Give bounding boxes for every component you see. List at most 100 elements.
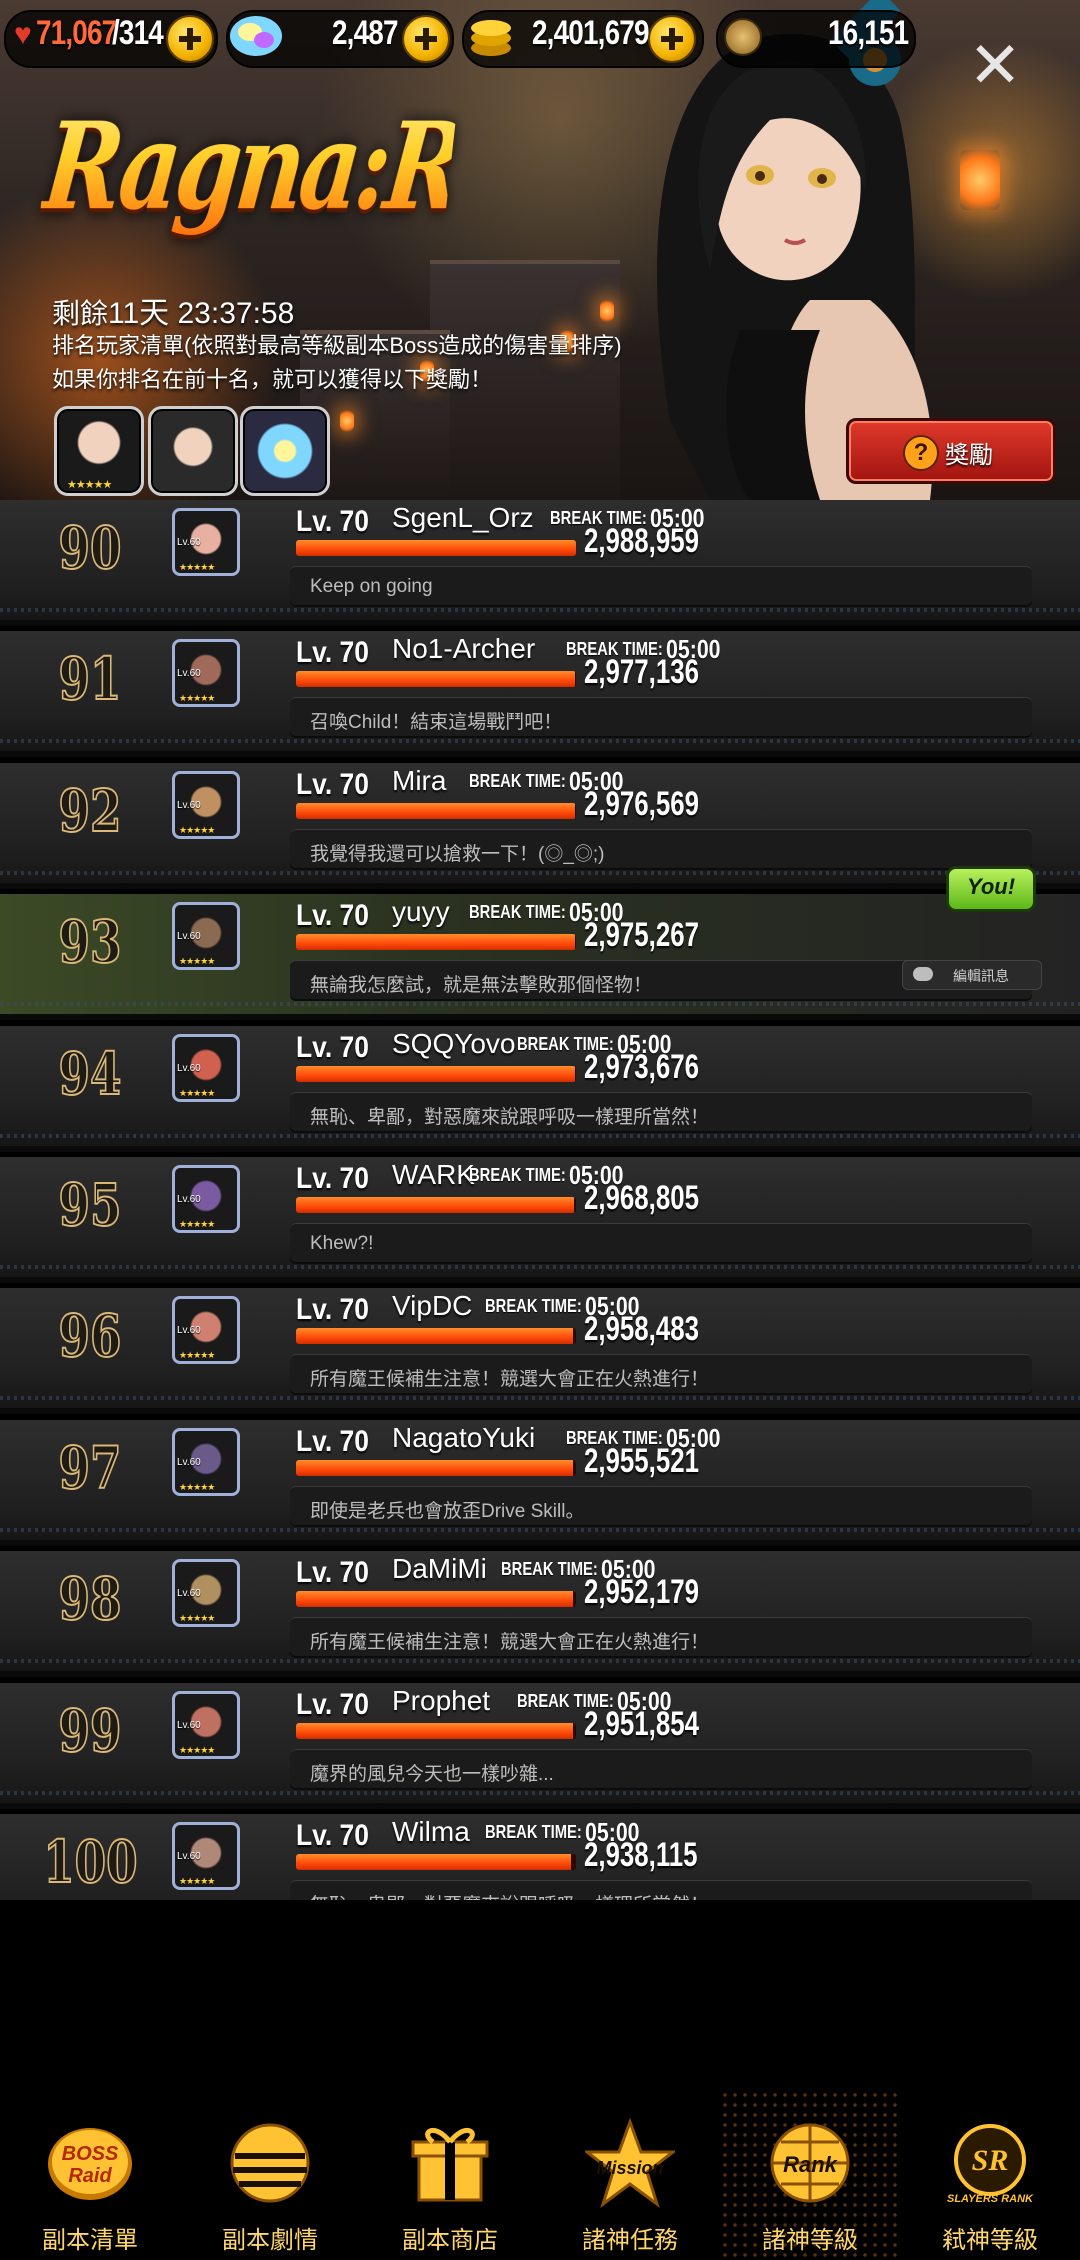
ranking-row[interactable]: 99 Lv.60 ★★★★★ Lv. 70 Prophet BREAK TIME: 05:0… [0, 1682, 1080, 1809]
close-button[interactable]: ✕ [960, 30, 1030, 100]
edit-message-button[interactable]: 編輯訊息 [902, 960, 1042, 990]
avatar-level: Lv.60 [177, 1456, 201, 1468]
ranking-row[interactable]: 92 Lv.60 ★★★★★ Lv. 70 Mira BREAK TIME: 05:00 2,… [0, 762, 1080, 889]
damage-value: 2,955,521 [584, 1441, 699, 1480]
nav-story[interactable]: 副本劇情 [180, 2090, 360, 2260]
comment-text: 所有魔王候補生注意！競選大會正在火熱進行！ [310, 1632, 710, 1654]
player-avatar[interactable]: Lv.60 ★★★★★ [172, 1559, 240, 1628]
nav-boss-raid[interactable]: BOSS Raid 副本清單 [0, 2090, 180, 2260]
comment-box: 所有魔王候補生注意！競選大會正在火熱進行！ [290, 1354, 1032, 1396]
avatar-level: Lv.60 [177, 1325, 201, 1337]
avatar-level: Lv.60 [177, 931, 201, 943]
reward-crystal[interactable] [240, 406, 330, 496]
break-time-label: BREAK TIME: [468, 1165, 566, 1185]
nav-slayers-rank[interactable]: SR SLAYERS RANK 弒神等級 [900, 2090, 1080, 2260]
player-level: Lv. 70 [296, 899, 369, 933]
ranking-row[interactable]: 97 Lv.60 ★★★★★ Lv. 70 NagatoYuki BREAK TIME: 0… [0, 1419, 1080, 1546]
damage-bar [296, 1854, 576, 1870]
player-level: Lv. 70 [296, 1293, 369, 1327]
avatar-level: Lv.60 [177, 537, 201, 548]
player-avatar[interactable]: Lv.60 ★★★★★ [172, 902, 240, 971]
ranking-row[interactable]: 93 Lv.60 ★★★★★ Lv. 70 yuyy BREAK TIME: 05:00 2,… [0, 894, 1080, 1021]
comment-box: 我覺得我還可以搶救一下！(◎_◎;) [290, 828, 1032, 870]
avatar-stars: ★★★★★ [179, 824, 215, 835]
comment-box: 無恥、卑鄙，對惡魔來說跟呼吸一樣理所當然！ [290, 1880, 1032, 1900]
damage-value: 2,951,854 [584, 1704, 699, 1743]
damage-value: 2,973,676 [584, 1047, 699, 1086]
add-gold-button[interactable] [648, 15, 696, 63]
reward-button[interactable]: ? 獎勵 [846, 418, 1056, 484]
ranking-row[interactable]: 90 Lv.60 ★★★★★ Lv. 70 SgenL_Orz BREAK TIME: 05… [0, 500, 1080, 626]
ranking-row[interactable]: 94 Lv.60 ★★★★★ Lv. 70 SQQYovo BREAK TIME: 05:0… [0, 1025, 1080, 1152]
reward-character-1[interactable]: ★★★★★ [54, 406, 144, 496]
damage-bar-fill [296, 1854, 572, 1870]
player-avatar[interactable]: Lv.60 ★★★★★ [172, 1427, 240, 1496]
damage-bar-fill [296, 1328, 574, 1345]
ranking-description: 排名玩家清單(依照對最高等級副本Boss造成的傷害量排序) [52, 333, 622, 358]
damage-value: 2,938,115 [584, 1836, 698, 1874]
nav-label: 諸神任務 [582, 2227, 678, 2254]
player-level: Lv. 70 [296, 636, 369, 670]
ranking-row[interactable]: 96 Lv.60 ★★★★★ Lv. 70 VipDC BREAK TIME: 05:00 2… [0, 1288, 1080, 1415]
avatar-level: Lv.60 [177, 1851, 201, 1862]
rank-number: 92 [58, 776, 123, 846]
nav-shop[interactable]: 副本商店 [360, 2090, 540, 2260]
reward-button-label: 獎勵 [945, 442, 993, 469]
player-avatar[interactable]: Lv.60 ★★★★★ [172, 1822, 240, 1890]
player-avatar[interactable]: Lv.60 ★★★★★ [172, 639, 240, 708]
damage-value: 2,952,179 [584, 1573, 699, 1612]
player-avatar[interactable]: Lv.60 ★★★★★ [172, 1690, 240, 1759]
medal-value: 16,151 [828, 14, 909, 52]
nav-mission[interactable]: Mission 諸神任務 [540, 2090, 720, 2260]
ranking-row[interactable]: 100 Lv.60 ★★★★★ Lv. 70 Wilma BREAK TIME: 05:00… [0, 1814, 1080, 1900]
chat-bubble-icon [913, 967, 933, 981]
avatar-stars: ★★★★★ [179, 1613, 215, 1624]
edit-message-label: 編輯訊息 [953, 968, 1009, 984]
player-avatar[interactable]: Lv.60 ★★★★★ [172, 1033, 240, 1102]
gold-coin-icon [471, 20, 511, 56]
player-avatar[interactable]: Lv.60 ★★★★★ [172, 770, 240, 839]
avatar-level: Lv.60 [177, 1719, 201, 1731]
add-crystal-button[interactable] [402, 15, 450, 63]
player-name: Mira [392, 764, 447, 796]
crystal-icon [230, 16, 282, 56]
damage-bar-fill [296, 1065, 575, 1082]
reward-description: 如果你排名在前十名，就可以獲得以下獎勵！ [52, 367, 493, 392]
you-badge: You! [946, 866, 1036, 912]
player-avatar[interactable]: Lv.60 ★★★★★ [172, 1165, 240, 1233]
avatar-level: Lv.60 [177, 1588, 201, 1600]
player-name: Prophet [392, 1684, 491, 1716]
avatar-stars: ★★★★★ [179, 956, 215, 967]
nav-label: 副本劇情 [222, 2227, 318, 2254]
gold-value: 2,401,679 [532, 14, 649, 52]
damage-bar-fill [296, 1459, 573, 1476]
add-lives-button[interactable] [166, 15, 214, 63]
lives-value: 71,067 [36, 14, 117, 52]
player-avatar[interactable]: Lv.60 ★★★★★ [172, 1296, 240, 1365]
reward-character-2[interactable] [148, 406, 238, 496]
comment-text: 無恥、卑鄙，對惡魔來說跟呼吸一樣理所當然！ [310, 1890, 709, 1900]
damage-bar-fill [296, 934, 575, 951]
damage-bar-fill [296, 1197, 575, 1213]
nav-rank[interactable]: Rank 諸神等級 [720, 2090, 900, 2260]
player-level: Lv. 70 [296, 1687, 369, 1721]
comment-text: 無恥、卑鄙，對惡魔來說跟呼吸一樣理所當然！ [310, 1106, 710, 1128]
ranking-row[interactable]: 91 Lv.60 ★★★★★ Lv. 70 No1-Archer BREAK TIME: 0… [0, 631, 1080, 758]
ranking-row[interactable]: 95 Lv.60 ★★★★★ Lv. 70 WARK BREAK TIME: 05:00 2,… [0, 1157, 1080, 1283]
damage-bar [296, 1328, 576, 1345]
rank-number: 100 [42, 1827, 138, 1897]
player-level: Lv. 70 [296, 1556, 369, 1590]
ranking-row[interactable]: 98 Lv.60 ★★★★★ Lv. 70 DaMiMi BREAK TIME: 05:00… [0, 1551, 1080, 1678]
ranking-list[interactable]: 90 Lv.60 ★★★★★ Lv. 70 SgenL_Orz BREAK TIME: 05… [0, 500, 1080, 1900]
damage-bar [296, 1591, 576, 1608]
player-level: Lv. 70 [296, 1424, 369, 1458]
rank-number: 99 [58, 1696, 123, 1766]
player-avatar[interactable]: Lv.60 ★★★★★ [172, 508, 240, 576]
avatar-level: Lv.60 [177, 799, 201, 811]
avatar-level: Lv.60 [177, 1062, 201, 1074]
avatar-level: Lv.60 [177, 1194, 201, 1205]
svg-text:SR: SR [972, 2144, 1009, 2177]
comment-box: 即使是老兵也會放歪Drive Skill。 [290, 1485, 1032, 1527]
comment-text: 我覺得我還可以搶救一下！(◎_◎;) [310, 843, 605, 865]
player-name: VipDC [392, 1290, 473, 1322]
